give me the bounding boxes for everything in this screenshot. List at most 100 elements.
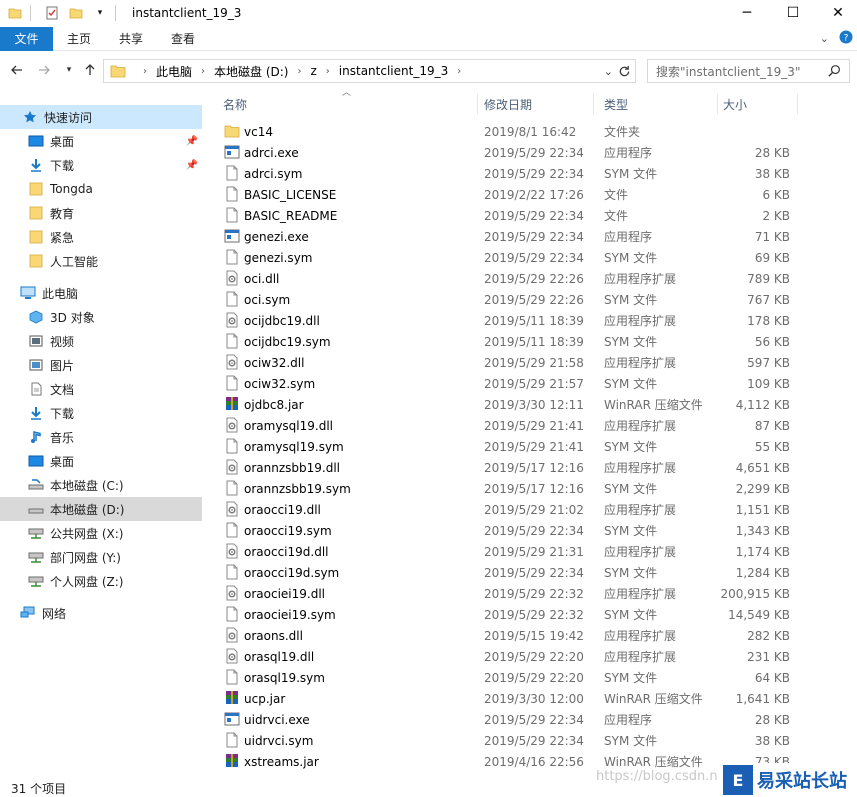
minimize-button[interactable]: ─ xyxy=(724,0,770,26)
address-dropdown-icon[interactable]: ⌄ xyxy=(604,65,613,78)
file-row[interactable]: oramysql19.dll 2019/5/29 21:41 应用程序扩展 87 KB xyxy=(213,415,803,436)
chevron-right-icon[interactable]: › xyxy=(201,66,205,77)
refresh-icon[interactable] xyxy=(618,65,631,78)
file-row[interactable]: uidrvci.sym 2019/5/29 22:34 SYM 文件 38 KB xyxy=(213,730,803,751)
file-row[interactable]: oci.sym 2019/5/29 22:26 SYM 文件 767 KB xyxy=(213,289,803,310)
nav-desktop[interactable]: 桌面 📌 xyxy=(0,129,202,153)
recent-locations-icon[interactable]: ▾ xyxy=(58,59,80,81)
file-row[interactable]: adrci.sym 2019/5/29 22:34 SYM 文件 38 KB xyxy=(213,163,803,184)
file-type: 应用程序 xyxy=(604,146,653,160)
file-size: 767 KB xyxy=(747,292,790,307)
customize-quick-access-icon[interactable]: ▾ xyxy=(91,4,109,22)
nav-ai[interactable]: 人工智能 xyxy=(0,249,202,273)
tab-home[interactable]: 主页 xyxy=(53,27,105,51)
file-row[interactable]: oci.dll 2019/5/29 22:26 应用程序扩展 789 KB xyxy=(213,268,803,289)
breadcrumb-current[interactable]: instantclient_19_3 xyxy=(339,64,448,78)
file-date: 2019/5/29 22:34 xyxy=(484,733,584,748)
pin-icon[interactable]: 📌 xyxy=(186,160,198,171)
file-row[interactable]: ocijdbc19.dll 2019/5/11 18:39 应用程序扩展 178 KB xyxy=(213,310,803,331)
nav-3d-objects[interactable]: 3D 对象 xyxy=(0,305,202,329)
file-row[interactable]: BASIC_LICENSE 2019/2/22 17:26 文件 6 KB xyxy=(213,184,803,205)
file-type: 应用程序扩展 xyxy=(604,314,677,328)
expand-ribbon-icon[interactable]: ⌄ xyxy=(820,32,829,45)
file-row[interactable]: genezi.exe 2019/5/29 22:34 应用程序 71 KB xyxy=(213,226,803,247)
search-input[interactable]: 搜索"instantclient_19_3" xyxy=(647,59,850,83)
nav-downloads-pc[interactable]: 下载 xyxy=(0,401,202,425)
column-headers: 名称 修改日期 类型 大小 xyxy=(213,90,803,116)
column-header-name[interactable]: 名称 xyxy=(213,94,478,114)
file-row[interactable]: BASIC_README 2019/5/29 22:34 文件 2 KB xyxy=(213,205,803,226)
file-row[interactable]: oraocci19d.dll 2019/5/29 21:31 应用程序扩展 1,174… xyxy=(213,541,803,562)
nav-drive-x[interactable]: 公共网盘 (X:) xyxy=(0,521,202,545)
navigation-pane: 快速访问 桌面 📌 下载 📌 Tongda 教育 紧急 人工智能 此电脑 3D … xyxy=(0,100,205,780)
file-size: 1,151 KB xyxy=(735,502,790,517)
nav-desktop-pc[interactable]: 桌面 xyxy=(0,449,202,473)
file-row[interactable]: oraons.dll 2019/5/15 19:42 应用程序扩展 282 KB xyxy=(213,625,803,646)
file-row[interactable]: oraociei19.sym 2019/5/29 22:32 SYM 文件 14,54… xyxy=(213,604,803,625)
tab-share[interactable]: 共享 xyxy=(105,27,157,51)
nav-drive-c[interactable]: 本地磁盘 (C:) xyxy=(0,473,202,497)
maximize-button[interactable]: ☐ xyxy=(770,0,816,26)
breadcrumb-drive-d[interactable]: 本地磁盘 (D:) xyxy=(214,63,288,80)
close-button[interactable]: ✕ xyxy=(815,0,857,26)
file-row[interactable]: orasql19.dll 2019/5/29 22:20 应用程序扩展 231 KB xyxy=(213,646,803,667)
properties-icon[interactable] xyxy=(43,4,61,22)
up-icon[interactable] xyxy=(79,59,101,81)
nav-music[interactable]: 音乐 xyxy=(0,425,202,449)
file-icon xyxy=(224,186,240,202)
column-header-date[interactable]: 修改日期 xyxy=(474,94,594,114)
nav-documents[interactable]: 文档 xyxy=(0,377,202,401)
breadcrumb-z[interactable]: z xyxy=(310,64,316,78)
nav-drive-d[interactable]: 本地磁盘 (D:) xyxy=(0,497,202,521)
forward-icon[interactable] xyxy=(33,59,55,81)
nav-videos[interactable]: 视频 xyxy=(0,329,202,353)
nav-education[interactable]: 教育 xyxy=(0,201,202,225)
file-row[interactable]: ojdbc8.jar 2019/3/30 12:11 WinRAR 压缩文件 4,11… xyxy=(213,394,803,415)
file-row[interactable]: genezi.sym 2019/5/29 22:34 SYM 文件 69 KB xyxy=(213,247,803,268)
file-row[interactable]: ociw32.sym 2019/5/29 21:57 SYM 文件 109 KB xyxy=(213,373,803,394)
tab-view[interactable]: 查看 xyxy=(157,27,209,51)
file-row[interactable]: oramysql19.sym 2019/5/29 21:41 SYM 文件 55 KB xyxy=(213,436,803,457)
file-row[interactable]: vc14 2019/8/1 16:42 文件夹 xyxy=(213,121,803,142)
search-icon[interactable] xyxy=(828,64,841,80)
nav-quick-access[interactable]: 快速访问 xyxy=(0,105,202,129)
back-icon[interactable] xyxy=(6,59,28,81)
file-row[interactable]: oraociei19.dll 2019/5/29 22:32 应用程序扩展 200,9… xyxy=(213,583,803,604)
nav-drive-y[interactable]: 部门网盘 (Y:) xyxy=(0,545,202,569)
nav-this-pc[interactable]: 此电脑 xyxy=(0,281,202,305)
file-row[interactable]: orannzsbb19.dll 2019/5/17 12:16 应用程序扩展 4,65… xyxy=(213,457,803,478)
file-type: 应用程序扩展 xyxy=(604,356,677,370)
breadcrumb-this-pc[interactable]: 此电脑 xyxy=(156,63,192,80)
file-row[interactable]: ocijdbc19.sym 2019/5/11 18:39 SYM 文件 56 KB xyxy=(213,331,803,352)
file-row[interactable]: ucp.jar 2019/3/30 12:00 WinRAR 压缩文件 1,641 K… xyxy=(213,688,803,709)
desktop-icon xyxy=(28,453,44,469)
address-bar[interactable]: › 此电脑 › 本地磁盘 (D:) › z › instantclient_19… xyxy=(103,59,636,83)
chevron-right-icon[interactable]: › xyxy=(457,66,461,77)
new-folder-icon[interactable] xyxy=(67,4,85,22)
file-row[interactable]: oraocci19d.sym 2019/5/29 22:34 SYM 文件 1,284… xyxy=(213,562,803,583)
help-icon[interactable]: ? xyxy=(839,30,853,47)
file-row[interactable]: orasql19.sym 2019/5/29 22:20 SYM 文件 64 KB xyxy=(213,667,803,688)
nav-pictures[interactable]: 图片 xyxy=(0,353,202,377)
file-row[interactable]: oraocci19.sym 2019/5/29 22:34 SYM 文件 1,343 … xyxy=(213,520,803,541)
file-date: 2019/5/29 22:26 xyxy=(484,271,584,286)
column-header-type[interactable]: 类型 xyxy=(594,94,718,114)
file-row[interactable]: orannzsbb19.sym 2019/5/17 12:16 SYM 文件 2,29… xyxy=(213,478,803,499)
nav-drive-z[interactable]: 个人网盘 (Z:) xyxy=(0,569,202,593)
file-type: SYM 文件 xyxy=(604,335,658,349)
file-row[interactable]: ociw32.dll 2019/5/29 21:58 应用程序扩展 597 KB xyxy=(213,352,803,373)
file-row[interactable]: adrci.exe 2019/5/29 22:34 应用程序 28 KB xyxy=(213,142,803,163)
pin-icon[interactable]: 📌 xyxy=(186,136,198,147)
file-row[interactable]: uidrvci.exe 2019/5/29 22:34 应用程序 28 KB xyxy=(213,709,803,730)
nav-downloads[interactable]: 下载 📌 xyxy=(0,153,202,177)
chevron-right-icon[interactable]: › xyxy=(326,66,330,77)
star-icon xyxy=(22,109,38,125)
nav-urgent[interactable]: 紧急 xyxy=(0,225,202,249)
nav-network[interactable]: 网络 xyxy=(0,601,202,625)
column-header-size[interactable]: 大小 xyxy=(713,94,798,114)
nav-tongda[interactable]: Tongda xyxy=(0,177,202,201)
window-title: instantclient_19_3 xyxy=(132,6,242,20)
tab-file[interactable]: 文件 xyxy=(0,26,53,51)
file-row[interactable]: oraocci19.dll 2019/5/29 21:02 应用程序扩展 1,151 … xyxy=(213,499,803,520)
chevron-right-icon[interactable]: › xyxy=(297,66,301,77)
